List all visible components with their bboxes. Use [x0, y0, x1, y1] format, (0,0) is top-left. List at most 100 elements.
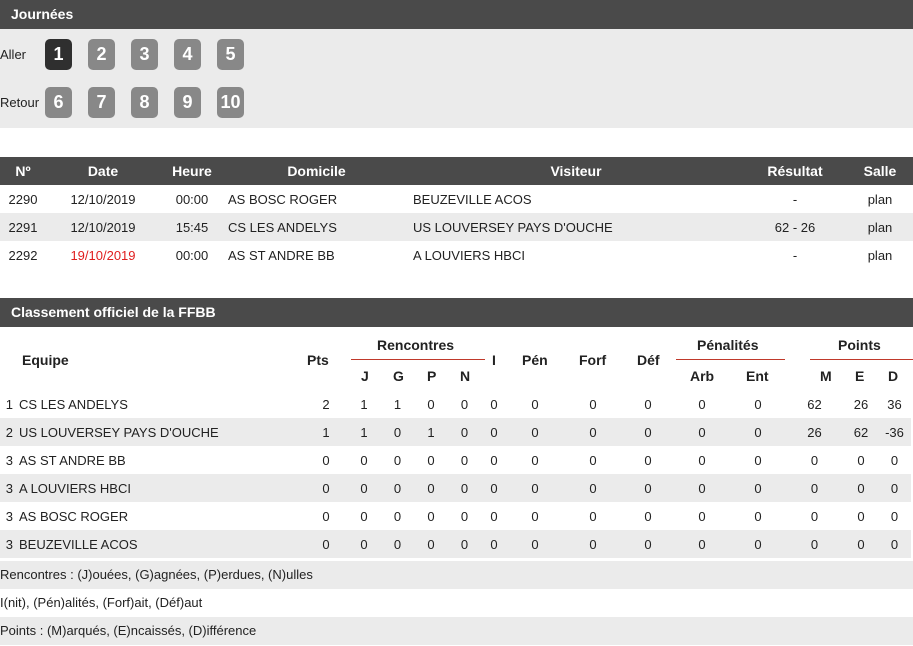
standings-d: 0	[878, 530, 911, 558]
standings-j: 1	[347, 418, 381, 446]
standings-pts: 1	[305, 418, 347, 446]
standings-m: 0	[785, 530, 844, 558]
standings-row: 3 AS ST ANDRE BB 0 0 0 0 0 0 0 0 0 0 0 0 0 0	[0, 446, 913, 474]
standings-i: 0	[481, 474, 507, 502]
standings-n: 0	[448, 390, 481, 418]
rencontres-underline	[351, 359, 485, 360]
match-resultat: -	[743, 185, 847, 213]
match-row: 2291 12/10/2019 15:45 CS LES ANDELYS US …	[0, 213, 913, 241]
standings-i: 0	[481, 502, 507, 530]
standings-i: 0	[481, 390, 507, 418]
match-row: 2290 12/10/2019 00:00 AS BOSC ROGER BEUZ…	[0, 185, 913, 213]
col-pts: Pts	[307, 352, 329, 368]
journees-header: Journées	[0, 0, 913, 29]
standings-arb: 0	[673, 390, 731, 418]
match-resultat: -	[743, 241, 847, 269]
standings-forf: 0	[563, 474, 623, 502]
standings-n: 0	[448, 502, 481, 530]
col-penalites: Pénalités	[697, 337, 759, 353]
standings-g: 0	[381, 502, 414, 530]
standings-ent: 0	[731, 418, 785, 446]
standings-pts: 0	[305, 474, 347, 502]
standings-p: 0	[414, 446, 448, 474]
standings-arb: 0	[673, 446, 731, 474]
matches-table: Nº Date Heure Domicile Visiteur Résultat…	[0, 157, 913, 269]
standings-pts: 0	[305, 530, 347, 558]
standings-e: 0	[844, 502, 878, 530]
standings-g: 1	[381, 390, 414, 418]
journees-panel: Aller 1 2 3 4 5 Retour 6 7 8 9 10	[0, 29, 913, 128]
day-button-3[interactable]: 3	[131, 39, 158, 70]
standings-arb: 0	[673, 418, 731, 446]
day-button-6[interactable]: 6	[45, 87, 72, 118]
standings-team: AS ST ANDRE BB	[16, 446, 305, 474]
standings-i: 0	[481, 418, 507, 446]
standings-row: 1 CS LES ANDELYS 2 1 1 0 0 0 0 0 0 0 0 62 26 36	[0, 390, 913, 418]
match-date: 19/10/2019	[46, 241, 160, 269]
standings-m: 26	[785, 418, 844, 446]
col-forf: Forf	[579, 352, 607, 368]
standings-j: 0	[347, 502, 381, 530]
col-visiteur: Visiteur	[409, 157, 743, 185]
standings-e: 26	[844, 390, 878, 418]
day-button-10[interactable]: 10	[217, 87, 244, 118]
standings-g: 0	[381, 530, 414, 558]
standings-ent: 0	[731, 530, 785, 558]
day-button-4[interactable]: 4	[174, 39, 201, 70]
salle-plan-link[interactable]: plan	[847, 185, 913, 213]
standings-pen: 0	[507, 390, 563, 418]
standings-i: 0	[481, 530, 507, 558]
salle-plan-link[interactable]: plan	[847, 213, 913, 241]
penalites-underline	[676, 359, 785, 360]
standings-j: 0	[347, 474, 381, 502]
col-g: G	[393, 368, 404, 384]
standings-row: 3 BEUZEVILLE ACOS 0 0 0 0 0 0 0 0 0 0 0 0 0 0	[0, 530, 913, 558]
standings-d: 0	[878, 502, 911, 530]
standings-d: -36	[878, 418, 911, 446]
standings-team: AS BOSC ROGER	[16, 502, 305, 530]
day-button-7[interactable]: 7	[88, 87, 115, 118]
standings-n: 0	[448, 474, 481, 502]
col-equipe: Equipe	[22, 352, 69, 368]
legend-penalites: I(nit), (Pén)alités, (Forf)ait, (Déf)aut	[0, 589, 913, 617]
col-m: M	[820, 368, 832, 384]
col-points: Points	[838, 337, 881, 353]
match-num: 2291	[0, 213, 46, 241]
standings-def: 0	[623, 418, 673, 446]
standings-j: 0	[347, 446, 381, 474]
standings-ent: 0	[731, 502, 785, 530]
standings-rank: 1	[0, 390, 16, 418]
standings-rank: 3	[0, 530, 16, 558]
standings-row: 3A LOUVIERS HBCI 0 0 0 0 0 0 0 0 0 0 0 0 0 0	[0, 474, 913, 502]
day-button-5[interactable]: 5	[217, 39, 244, 70]
standings-ent: 0	[731, 390, 785, 418]
standings-rank: 3	[0, 502, 16, 530]
standings-def: 0	[623, 530, 673, 558]
salle-plan-link[interactable]: plan	[847, 241, 913, 269]
standings-g: 0	[381, 474, 414, 502]
match-date: 12/10/2019	[46, 213, 160, 241]
standings-pen: 0	[507, 502, 563, 530]
day-button-2[interactable]: 2	[88, 39, 115, 70]
match-date: 12/10/2019	[46, 185, 160, 213]
day-button-8[interactable]: 8	[131, 87, 158, 118]
day-button-1[interactable]: 1	[45, 39, 72, 70]
standings-forf: 0	[563, 502, 623, 530]
standings-m: 0	[785, 446, 844, 474]
standings-j: 0	[347, 530, 381, 558]
standings-d: 0	[878, 474, 911, 502]
day-button-9[interactable]: 9	[174, 87, 201, 118]
standings-pen: 0	[507, 418, 563, 446]
match-num: 2292	[0, 241, 46, 269]
match-heure: 00:00	[160, 185, 224, 213]
standings-n: 0	[448, 418, 481, 446]
standings-g: 0	[381, 446, 414, 474]
col-i: I	[492, 352, 496, 368]
standings-ent: 0	[731, 474, 785, 502]
col-def: Déf	[637, 352, 660, 368]
col-n: N	[460, 368, 471, 384]
match-resultat: 62 - 26	[743, 213, 847, 241]
standings-def: 0	[623, 474, 673, 502]
standings-n: 0	[448, 530, 481, 558]
standings-pen: 0	[507, 474, 563, 502]
